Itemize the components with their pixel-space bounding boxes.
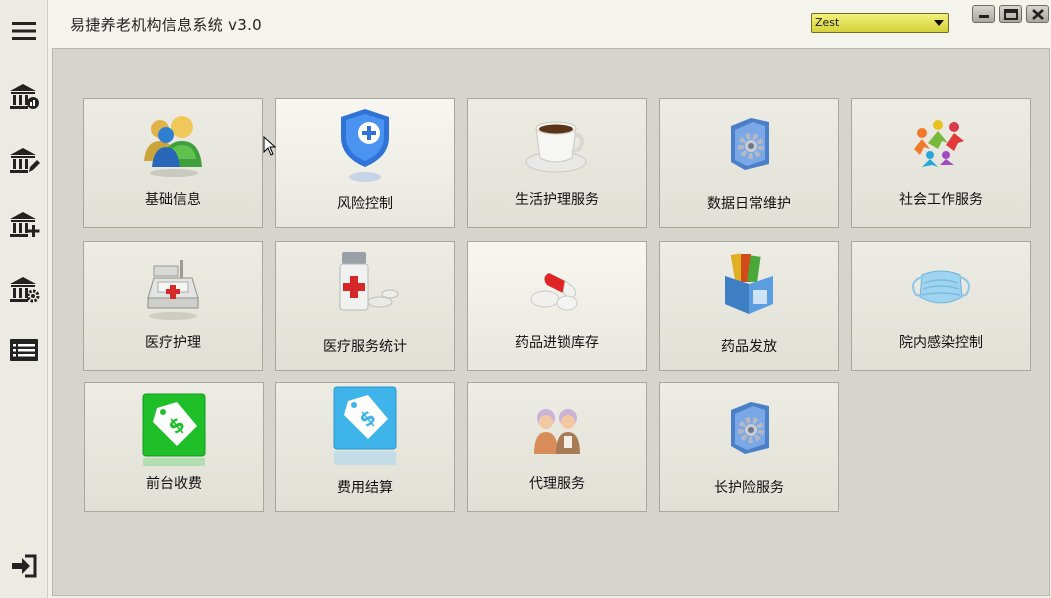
tile-medical-stats[interactable]: 医疗服务统计: [275, 241, 455, 371]
logout-icon: [12, 554, 37, 578]
bank-edit-icon: [10, 148, 40, 173]
tile-long-term-care[interactable]: 长护险服务: [659, 382, 839, 512]
tile-label: 生活护理服务: [515, 192, 599, 208]
elderly-couple-icon: [522, 397, 592, 467]
tile-infection-control[interactable]: 院内感染控制: [851, 241, 1031, 371]
community-people-icon: [906, 111, 976, 181]
sidebar-item-edit[interactable]: [6, 143, 42, 177]
tile-label: 药品进锁库存: [515, 335, 599, 351]
theme-select-value: Zest: [815, 16, 840, 29]
pills-icon: [522, 256, 592, 326]
theme-select[interactable]: Zest: [811, 13, 949, 33]
mouse-cursor-icon: [263, 135, 277, 160]
menu-icon: [12, 22, 36, 40]
tile-label: 前台收费: [146, 476, 202, 492]
folder-gear-icon: [714, 109, 784, 179]
tile-label: 风险控制: [337, 196, 393, 212]
folder-gear-icon: [714, 393, 784, 463]
sidebar-item-chart[interactable]: [6, 79, 42, 113]
tile-label: 代理服务: [529, 476, 585, 492]
maximize-button[interactable]: [999, 5, 1022, 23]
tile-label: 费用结算: [337, 480, 393, 496]
tile-agency-service[interactable]: 代理服务: [467, 382, 647, 512]
coffee-cup-icon: [522, 111, 592, 181]
tile-social-work[interactable]: 社会工作服务: [851, 98, 1031, 228]
face-mask-icon: [906, 256, 976, 326]
medical-device-icon: [138, 252, 208, 322]
medicine-bottle-icon: [330, 250, 400, 320]
shield-plus-icon: [330, 109, 400, 182]
users-icon: [138, 111, 208, 181]
tile-drug-inventory[interactable]: 药品进锁库存: [467, 241, 647, 371]
bank-chart-icon: [10, 84, 39, 109]
close-icon: [1031, 8, 1044, 20]
tile-data-maintenance[interactable]: 数据日常维护: [659, 98, 839, 228]
sidebar: [0, 0, 48, 598]
tile-life-care[interactable]: 生活护理服务: [467, 98, 647, 228]
list-icon: [10, 339, 38, 361]
tile-label: 基础信息: [145, 192, 201, 208]
green-price-tag-icon: $: [139, 393, 209, 466]
tile-basic-info[interactable]: 基础信息: [83, 98, 263, 228]
maximize-icon: [1003, 8, 1018, 20]
tile-risk-control[interactable]: 风险控制: [275, 98, 455, 228]
tile-label: 数据日常维护: [707, 196, 791, 212]
tile-front-desk-billing[interactable]: $ 前台收费: [84, 382, 264, 512]
chevron-down-icon: [933, 17, 945, 29]
close-button[interactable]: [1026, 5, 1049, 23]
tile-fee-settlement[interactable]: $ 费用结算: [275, 382, 455, 512]
tile-label: 社会工作服务: [899, 192, 983, 208]
tile-medical-care[interactable]: 医疗护理: [83, 241, 263, 371]
sidebar-item-list[interactable]: [6, 333, 42, 367]
sidebar-item-settings[interactable]: [6, 272, 42, 306]
tile-drug-dispense[interactable]: 药品发放: [659, 241, 839, 371]
tile-label: 院内感染控制: [899, 335, 983, 351]
tile-label: 长护险服务: [714, 480, 784, 496]
app-title: 易捷养老机构信息系统 v3.0: [70, 16, 263, 34]
sidebar-item-add[interactable]: [6, 207, 42, 241]
box-books-icon: [714, 250, 784, 320]
bank-add-icon: [10, 212, 40, 237]
blue-price-tag-icon: $: [330, 386, 400, 465]
bank-settings-icon: [10, 277, 40, 303]
logout-button[interactable]: [6, 549, 42, 583]
tile-label: 医疗护理: [145, 335, 201, 351]
menu-button[interactable]: [6, 14, 42, 48]
title-bar: 易捷养老机构信息系统 v3.0 Zest: [48, 0, 1051, 48]
minimize-button[interactable]: [972, 5, 995, 23]
tile-label: 医疗服务统计: [323, 339, 407, 355]
minimize-icon: [978, 15, 989, 18]
tile-label: 药品发放: [721, 339, 777, 355]
